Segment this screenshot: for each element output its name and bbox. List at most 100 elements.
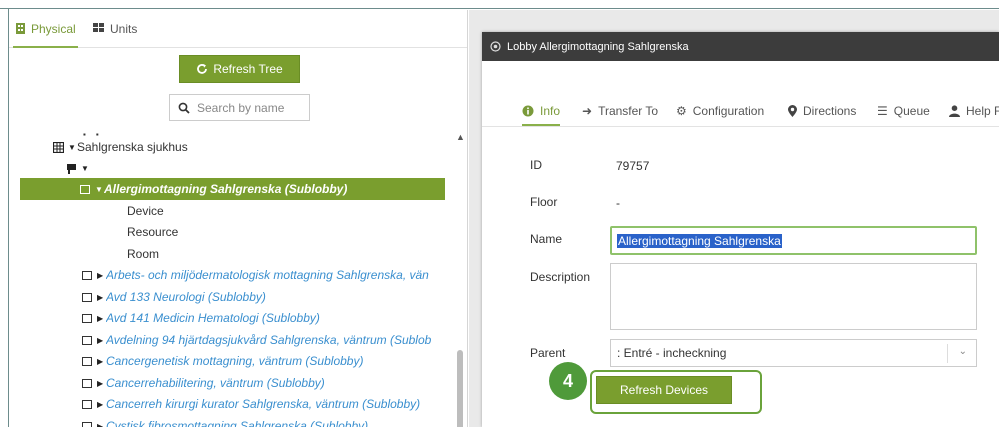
arrow-icon: ➜ <box>582 104 593 118</box>
tab-configuration-label: Configuration <box>692 104 765 118</box>
tree-tabs: Physical Units <box>9 10 467 48</box>
name-field[interactable]: Allergimottagning Sahlgrenska <box>610 226 977 255</box>
chevron-down-icon[interactable]: ▼ <box>81 164 90 173</box>
parent-select-value: : Entré - incheckning <box>617 346 727 360</box>
scroll-thumb[interactable] <box>457 350 463 427</box>
tree-item-label: Arbets- och miljödermatologisk mottagnin… <box>106 268 429 282</box>
description-field[interactable] <box>610 263 977 330</box>
dialog-tabs: Info ➜ Transfer To ⚙ Configuration Direc… <box>482 98 999 127</box>
refresh-devices-label: Refresh Devices <box>619 383 709 397</box>
tab-physical[interactable]: Physical <box>13 22 78 48</box>
tree-node-group[interactable]: ▼ <box>9 157 454 179</box>
search-input[interactable]: Search by name <box>169 94 310 121</box>
tree-node-resource[interactable]: Resource <box>9 221 454 243</box>
tab-help[interactable]: Help F <box>949 104 999 118</box>
chevron-down-icon[interactable]: ▼ <box>68 143 77 152</box>
tree-item-label: Cancergenetisk mottagning, väntrum (Subl… <box>106 354 364 368</box>
tree-node-item[interactable]: ▶ Avdelning 94 hjärtdagsjukvård Sahlgren… <box>9 329 454 351</box>
chevron-right-icon[interactable]: ▶ <box>97 379 106 388</box>
select-divider <box>947 344 948 363</box>
tree-node-item[interactable]: ▶ Avd 141 Medicin Hematologi (Sublobby) <box>9 307 454 329</box>
tab-configuration[interactable]: ⚙ Configuration <box>676 104 764 118</box>
chevron-right-icon[interactable]: ▶ <box>97 271 106 280</box>
tree-node-selected[interactable]: ▼ Allergimottagning Sahlgrenska (Sublobb… <box>20 178 445 200</box>
tree-child-label: Room <box>127 247 160 261</box>
id-label: ID <box>530 158 542 172</box>
map-marker-icon <box>788 105 797 117</box>
tab-units[interactable]: Units <box>93 22 137 48</box>
grid-icon <box>93 23 104 32</box>
tab-units-label: Units <box>110 22 138 36</box>
tab-transfer-to[interactable]: ➜ Transfer To <box>582 104 658 118</box>
target-icon <box>490 41 501 52</box>
lobby-icon <box>82 378 92 388</box>
building-grid-icon <box>53 141 64 153</box>
tree-node-item[interactable]: ▶ Cancergenetisk mottagning, väntrum (Su… <box>9 350 454 372</box>
refresh-icon <box>197 64 208 74</box>
chevron-right-icon[interactable]: ▶ <box>97 293 106 302</box>
chevron-right-icon[interactable]: ▶ <box>97 314 106 323</box>
sign-icon <box>67 163 76 174</box>
tab-queue[interactable]: ☰ Queue <box>877 104 930 118</box>
tab-physical-label: Physical <box>31 22 76 36</box>
tree-scrollbar[interactable]: ▲ <box>455 132 466 427</box>
name-field-value: Allergimottagning Sahlgrenska <box>617 234 782 248</box>
tree-node-item[interactable]: ▶ Cystisk fibrosmottagning Sahlgrenska (… <box>9 415 454 427</box>
tree-node-item[interactable]: ▶ Avd 133 Neurologi (Sublobby) <box>9 286 454 308</box>
tree-selected-label: Allergimottagning Sahlgrenska (Sublobby) <box>104 182 348 196</box>
search-placeholder: Search by name <box>197 100 285 115</box>
parent-label: Parent <box>530 346 566 360</box>
cogs-icon: ⚙ <box>676 104 687 118</box>
lobby-icon <box>82 313 92 323</box>
lobby-icon <box>82 292 92 302</box>
parent-select[interactable]: : Entré - incheckning ⌄ <box>610 339 977 367</box>
chevron-right-icon[interactable]: ▶ <box>97 357 106 366</box>
tab-directions-label: Directions <box>803 104 857 118</box>
lobby-icon <box>82 335 92 345</box>
tree-child-label: Resource <box>127 225 179 239</box>
tree-node-device[interactable]: Device <box>9 200 454 222</box>
description-label: Description <box>530 270 591 284</box>
tree-item-label: Cystisk fibrosmottagning Sahlgrenska (Su… <box>106 419 369 427</box>
refresh-devices-button[interactable]: Refresh Devices <box>596 376 732 404</box>
tree-item-label: Avd 141 Medicin Hematologi (Sublobby) <box>106 311 320 325</box>
floor-label: Floor <box>530 195 558 209</box>
tree-node-item[interactable]: ▶ Cancerreh kirurgi kurator Sahlgrenska,… <box>9 393 454 415</box>
floor-value: - <box>616 196 620 210</box>
scroll-up-arrow-icon[interactable]: ▲ <box>456 132 465 142</box>
info-icon <box>522 105 534 117</box>
window-top-border <box>0 0 999 9</box>
refresh-tree-button[interactable]: Refresh Tree <box>179 55 300 83</box>
tab-info-label: Info <box>540 104 561 118</box>
chevron-right-icon[interactable]: ▶ <box>97 422 106 427</box>
tab-help-label: Help F <box>966 104 999 118</box>
user-icon <box>949 105 960 117</box>
tree-node-root[interactable]: ▼ Sahlgrenska sjukhus <box>9 136 454 158</box>
chevron-right-icon[interactable]: ▶ <box>97 400 106 409</box>
id-value: 79757 <box>616 159 650 173</box>
lobby-icon <box>80 184 90 194</box>
search-icon <box>178 102 190 114</box>
tree-node-item[interactable]: ▶ Arbets- och miljödermatologisk mottagn… <box>9 264 454 286</box>
lobby-icon <box>82 270 92 280</box>
tree-node-room[interactable]: Room <box>9 243 454 265</box>
dialog-header: Lobby Allergimottagning Sahlgrenska <box>482 32 999 61</box>
tab-transfer-label: Transfer To <box>598 104 659 118</box>
tab-queue-label: Queue <box>893 104 930 118</box>
list-icon: ☰ <box>877 104 888 118</box>
tab-info[interactable]: Info <box>522 104 561 126</box>
tab-directions[interactable]: Directions <box>788 104 856 118</box>
lobby-icon <box>82 421 92 427</box>
tree-item-label: Avd 133 Neurologi (Sublobby) <box>106 290 266 304</box>
tree-item-label: Avdelning 94 hjärtdagsjukvård Sahlgrensk… <box>106 333 432 347</box>
lobby-icon <box>82 399 92 409</box>
chevron-right-icon[interactable]: ▶ <box>97 336 106 345</box>
building-icon <box>16 23 25 34</box>
chevron-down-icon[interactable]: ⌄ <box>959 346 967 357</box>
tree-root-label: Sahlgrenska sjukhus <box>77 140 188 154</box>
tree-item-label: Cancerrehabilitering, väntrum (Sublobby) <box>106 376 325 390</box>
chevron-down-icon[interactable]: ▼ <box>95 185 104 194</box>
tree-child-label: Device <box>127 204 164 218</box>
name-label: Name <box>530 232 563 246</box>
tree-node-item[interactable]: ▶ Cancerrehabilitering, väntrum (Sublobb… <box>9 372 454 394</box>
